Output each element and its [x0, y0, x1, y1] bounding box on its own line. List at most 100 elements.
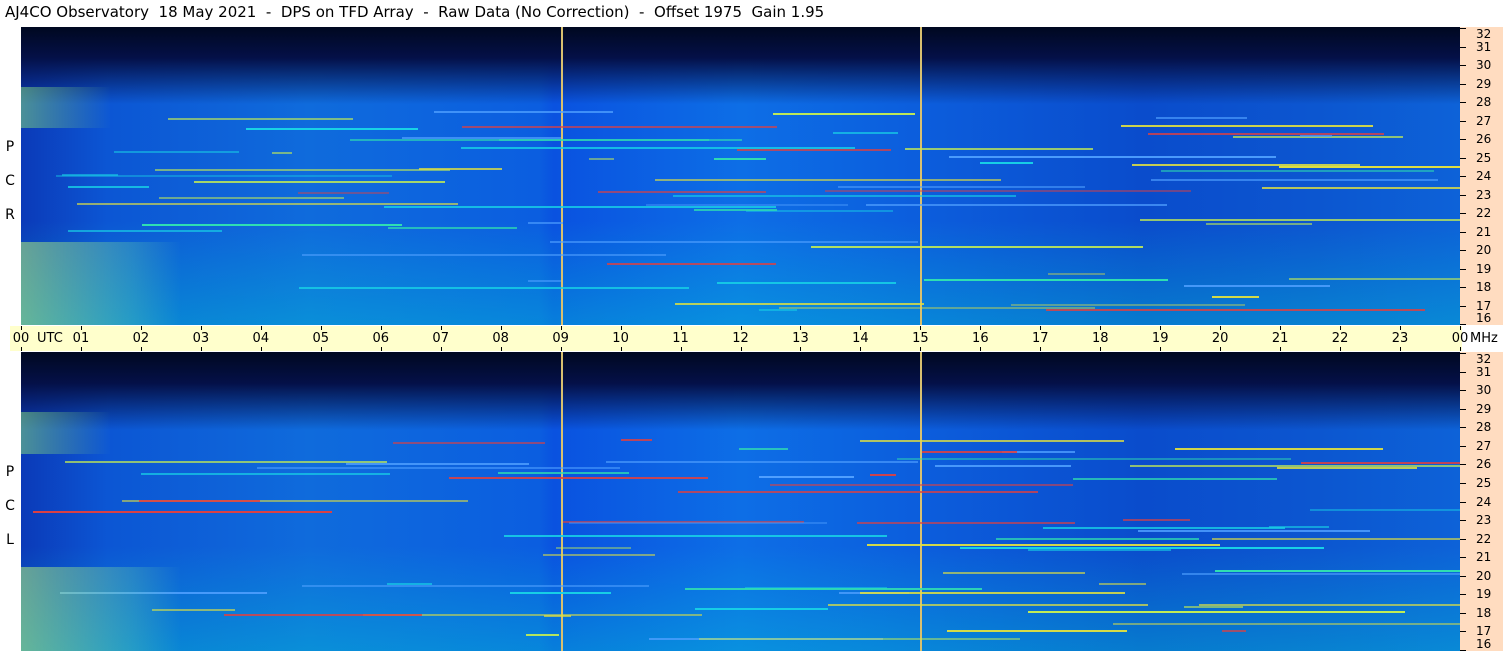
- interference-band: [1214, 570, 1460, 573]
- interference-band: [860, 591, 1125, 594]
- interference-band: [1122, 519, 1190, 522]
- time-tick-mark: [440, 326, 442, 330]
- time-tick-label: 00: [1451, 331, 1469, 346]
- time-tick-label: 20: [1211, 331, 1229, 346]
- time-tick-label: 19: [1151, 331, 1169, 346]
- time-tick-label: 17: [1032, 331, 1049, 346]
- interference-band: [141, 473, 391, 476]
- time-tick-mark: [500, 347, 502, 351]
- interference-band: [449, 477, 709, 480]
- low-freq-emission: [21, 241, 181, 325]
- interference-band: [1269, 525, 1330, 528]
- freq-tick-mark: [1460, 353, 1466, 354]
- interference-band: [298, 286, 690, 289]
- freq-tick-label: 30: [1476, 58, 1492, 72]
- interference-band: [606, 461, 919, 464]
- time-tick-mark: [500, 326, 502, 330]
- freq-axis-rcp: 16 17 18 19 20 21 22 23 24 25 26 27 28 29 30 31 32: [1460, 27, 1503, 325]
- panel-label-lcp-letter-1: P: [5, 464, 15, 480]
- spectrogram-rcp: [21, 27, 1460, 325]
- interference-band: [714, 157, 766, 160]
- time-tick-mark: [1040, 326, 1042, 330]
- time-tick-mark: [80, 347, 82, 351]
- interference-band: [114, 151, 240, 154]
- time-tick-mark: [1100, 326, 1102, 330]
- panel-label-lcp: P C L: [2, 455, 18, 557]
- freq-tick-label: 31: [1476, 39, 1492, 54]
- interference-band: [949, 156, 1277, 159]
- freq-tick-label: 16: [1476, 637, 1492, 651]
- interference-band: [1131, 163, 1361, 166]
- interference-band: [866, 203, 1167, 206]
- freq-tick-mark: [1460, 120, 1466, 122]
- panel-label-rcp: P C R: [2, 130, 18, 232]
- interference-band: [257, 467, 621, 470]
- interference-band: [301, 253, 667, 256]
- time-tick-mark: [680, 347, 682, 351]
- panel-label-lcp-letter-3: L: [6, 532, 14, 548]
- time-tick-mark: [560, 347, 562, 351]
- interference-band: [694, 607, 829, 610]
- time-tick-mark: [800, 347, 802, 351]
- freq-tick-mark: [1460, 575, 1466, 577]
- interference-band: [1120, 125, 1374, 128]
- freq-tick-label: 18: [1476, 280, 1492, 294]
- interference-band: [699, 638, 1020, 641]
- time-tick-mark: [320, 326, 322, 330]
- time-tick-label: 09: [552, 331, 569, 346]
- interference-band: [1048, 273, 1105, 276]
- interference-band: [1148, 133, 1385, 136]
- freq-tick-label: 17: [1476, 624, 1492, 639]
- interference-band: [67, 185, 149, 188]
- time-tick-mark: [1040, 347, 1042, 351]
- time-tick-mark: [21, 347, 22, 351]
- time-tick-mark: [620, 347, 622, 351]
- low-freq-emission: [21, 567, 181, 651]
- interference-band: [1183, 285, 1331, 287]
- interference-band: [924, 279, 1169, 282]
- interference-band: [1205, 222, 1312, 225]
- freq-tick-label: 23: [1476, 513, 1492, 528]
- interference-band: [527, 280, 562, 283]
- time-tick-mark: [200, 326, 202, 330]
- time-tick-mark: [800, 326, 802, 330]
- freq-tick-mark: [1460, 371, 1466, 373]
- freq-tick-mark: [1460, 176, 1466, 177]
- time-tick-mark: [1400, 326, 1402, 330]
- time-tick-mark: [1400, 347, 1402, 351]
- freq-axis-unit: MHz: [1470, 331, 1498, 346]
- time-tick-label: 22: [1331, 331, 1349, 346]
- time-tick-label: 18: [1091, 331, 1109, 346]
- time-tick-mark: [1460, 347, 1461, 351]
- interference-band: [1072, 478, 1278, 481]
- interference-band: [1011, 303, 1246, 306]
- time-tick-label: 04: [252, 331, 270, 346]
- interference-band: [655, 178, 1001, 181]
- interference-band: [1099, 583, 1146, 586]
- time-tick-mark: [260, 326, 262, 330]
- interference-band: [645, 203, 848, 206]
- freq-tick-label: 25: [1476, 475, 1492, 490]
- interference-band: [271, 151, 293, 154]
- interference-band: [1150, 178, 1439, 181]
- freq-tick-label: 18: [1476, 605, 1492, 620]
- interference-band: [388, 227, 517, 230]
- time-cursor-line: [920, 27, 923, 325]
- interference-band: [461, 146, 855, 149]
- freq-tick-mark: [1460, 157, 1466, 159]
- time-tick-mark: [21, 326, 22, 330]
- interference-band: [64, 461, 388, 464]
- time-tick-label: 02: [132, 331, 150, 346]
- time-tick-label: 01: [72, 331, 90, 346]
- interference-band: [159, 196, 344, 199]
- time-tick-label: 00: [12, 331, 30, 346]
- freq-tick-mark: [1460, 194, 1466, 196]
- interference-band: [838, 186, 1085, 188]
- freq-tick-mark: [1460, 28, 1466, 29]
- interference-band: [1155, 116, 1248, 119]
- interference-band: [824, 190, 1191, 193]
- freq-tick-mark: [1460, 65, 1466, 66]
- time-tick-label: 07: [432, 331, 449, 346]
- time-axis: UTC MHz 00 01 02 03 04 05 06 07 08 09 10 11 12 13 14 15…: [10, 326, 1498, 351]
- freq-tick-mark: [1460, 250, 1466, 251]
